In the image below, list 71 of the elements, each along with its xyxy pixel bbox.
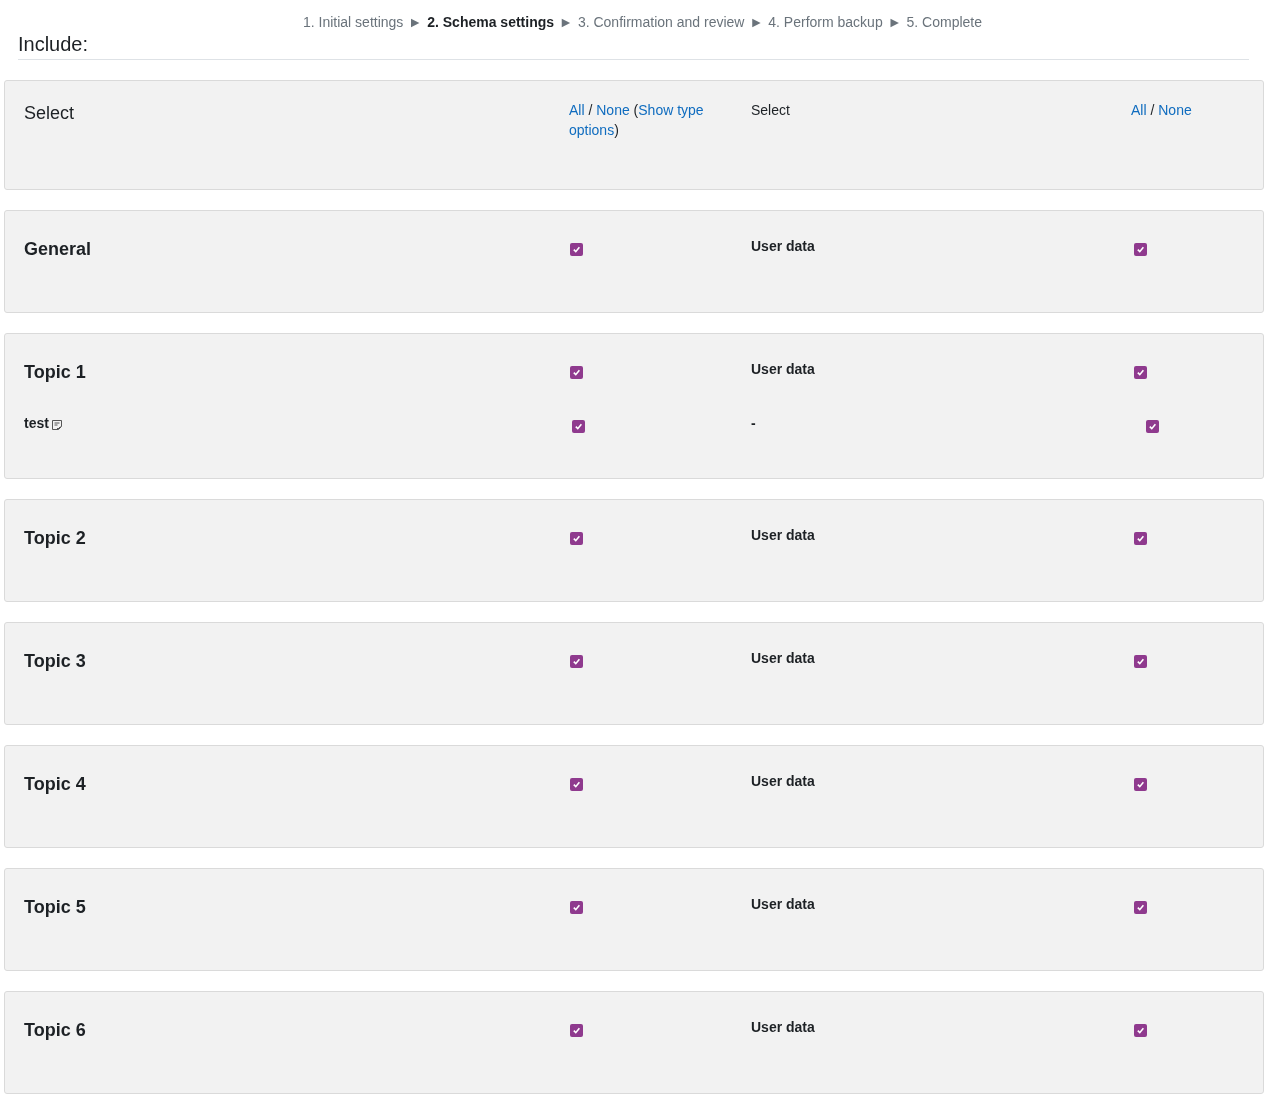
check-icon: [1136, 657, 1145, 666]
checkbox[interactable]: [1134, 532, 1147, 545]
checkbox[interactable]: [570, 532, 583, 545]
checkbox[interactable]: [570, 243, 583, 256]
select-label: Select: [751, 101, 791, 120]
separator-text: ): [614, 122, 619, 138]
assignment-icon: [50, 418, 63, 431]
check-icon: [1136, 368, 1145, 377]
check-icon: [572, 657, 581, 666]
wizard-step: ►: [408, 13, 423, 31]
checkbox[interactable]: [1134, 901, 1147, 914]
select-link[interactable]: None: [1158, 102, 1192, 118]
check-icon: [1136, 1026, 1145, 1035]
user-data-label: User data: [751, 895, 815, 913]
checkbox[interactable]: [1134, 778, 1147, 791]
section-title: Topic 1: [24, 361, 86, 384]
check-icon: [1136, 780, 1145, 789]
wizard-step: 1. Initial settings: [302, 13, 404, 31]
checkbox[interactable]: [572, 420, 585, 433]
include-heading: Include:: [18, 33, 89, 55]
activity-name: test: [24, 414, 49, 432]
wizard-step: ►: [559, 13, 573, 31]
check-icon: [1136, 245, 1145, 254]
user-data-label: -: [751, 414, 756, 432]
wizard-step: 3. Confirmation and review: [577, 13, 745, 31]
select-link[interactable]: All: [569, 102, 585, 118]
user-data-label: User data: [751, 649, 815, 667]
user-data-label: User data: [751, 772, 815, 790]
check-icon: [572, 245, 581, 254]
checkbox[interactable]: [1146, 420, 1159, 433]
check-icon: [574, 422, 583, 431]
user-data-label: User data: [751, 1018, 815, 1036]
wizard-step: 4. Perform backup: [768, 13, 883, 31]
checkbox[interactable]: [1134, 243, 1147, 256]
wizard-step: 5. Complete: [906, 13, 983, 31]
check-icon: [572, 1026, 581, 1035]
checkbox[interactable]: [1134, 655, 1147, 668]
user-data-label: User data: [751, 360, 815, 378]
checkbox[interactable]: [570, 655, 583, 668]
section-title: Topic 4: [24, 773, 86, 796]
check-icon: [1148, 422, 1157, 431]
section-title: Topic 5: [24, 896, 86, 919]
wizard-step: 2. Schema settings: [427, 13, 555, 31]
wizard-step: ►: [887, 13, 902, 31]
checkbox[interactable]: [1134, 366, 1147, 379]
user-data-label: User data: [751, 237, 815, 255]
separator-text: /: [587, 102, 594, 118]
section-title: Topic 2: [24, 527, 86, 550]
select-label: Select: [24, 102, 76, 125]
check-icon: [572, 780, 581, 789]
section-title: General: [24, 238, 92, 261]
check-icon: [1136, 903, 1145, 912]
user-data-label: User data: [751, 526, 815, 544]
check-icon: [572, 903, 581, 912]
checkbox[interactable]: [570, 901, 583, 914]
separator-text: (: [632, 102, 639, 118]
check-icon: [572, 534, 581, 543]
check-icon: [1136, 534, 1145, 543]
checkbox[interactable]: [570, 778, 583, 791]
check-icon: [572, 368, 581, 377]
checkbox[interactable]: [570, 1024, 583, 1037]
checkbox[interactable]: [570, 366, 583, 379]
wizard-step: ►: [749, 13, 764, 31]
separator-text: /: [1149, 102, 1156, 118]
select-link[interactable]: All: [1131, 102, 1147, 118]
select-link[interactable]: Show type: [638, 102, 704, 118]
checkbox[interactable]: [1134, 1024, 1147, 1037]
section-title: Topic 6: [24, 1019, 86, 1042]
select-link[interactable]: options: [569, 122, 615, 138]
section-title: Topic 3: [24, 650, 86, 673]
select-link[interactable]: None: [596, 102, 630, 118]
